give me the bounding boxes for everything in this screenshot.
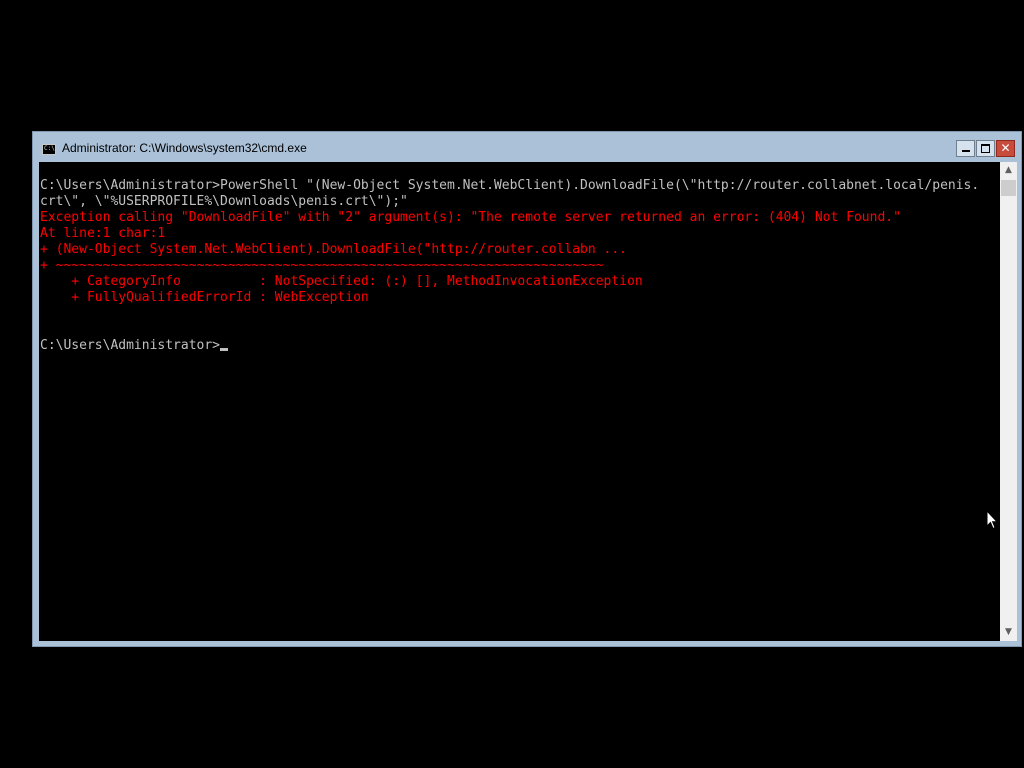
command-prompt: C:\Users\Administrator>: [40, 338, 221, 353]
vertical-scrollbar[interactable]: ▲ ▼: [1000, 162, 1017, 641]
scroll-down-arrow-icon[interactable]: ▼: [1000, 624, 1017, 641]
maximize-button[interactable]: [976, 140, 995, 157]
console-line: At line:1 char:1: [40, 226, 166, 241]
console-line: Exception calling "DownloadFile" with "2…: [40, 210, 901, 225]
console-text: C:\Users\Administrator>PowerShell "(New-…: [39, 162, 1000, 354]
desktop: C:\ Administrator: C:\Windows\system32\c…: [0, 0, 1024, 768]
scroll-up-arrow-icon[interactable]: ▲: [1000, 162, 1017, 179]
cmd-icon[interactable]: C:\: [42, 144, 56, 155]
console-line: + FullyQualifiedErrorId : WebException: [40, 290, 369, 305]
console-output[interactable]: C:\Users\Administrator>PowerShell "(New-…: [39, 162, 1000, 641]
console-line: crt\", \"%USERPROFILE%\Downloads\penis.c…: [40, 194, 408, 209]
close-button[interactable]: ✕: [996, 140, 1015, 157]
cmd-window[interactable]: C:\ Administrator: C:\Windows\system32\c…: [32, 131, 1022, 647]
window-title: Administrator: C:\Windows\system32\cmd.e…: [62, 141, 307, 155]
minimize-icon: [962, 150, 970, 152]
title-bar[interactable]: C:\ Administrator: C:\Windows\system32\c…: [33, 132, 1021, 162]
console-line: + (New-Object System.Net.WebClient).Down…: [40, 242, 627, 257]
console-line: + ~~~~~~~~~~~~~~~~~~~~~~~~~~~~~~~~~~~~~~…: [40, 258, 604, 273]
minimize-button[interactable]: [956, 140, 975, 157]
prompt-line[interactable]: C:\Users\Administrator>: [40, 338, 1000, 354]
maximize-icon: [981, 144, 990, 153]
console-line: C:\Users\Administrator>PowerShell "(New-…: [40, 178, 980, 193]
scroll-thumb[interactable]: [1001, 180, 1016, 196]
close-icon: ✕: [1000, 141, 1011, 155]
mouse-pointer-icon: [986, 510, 998, 530]
text-cursor: [220, 348, 229, 351]
console-line: + CategoryInfo : NotSpecified: (:) [], M…: [40, 274, 643, 289]
